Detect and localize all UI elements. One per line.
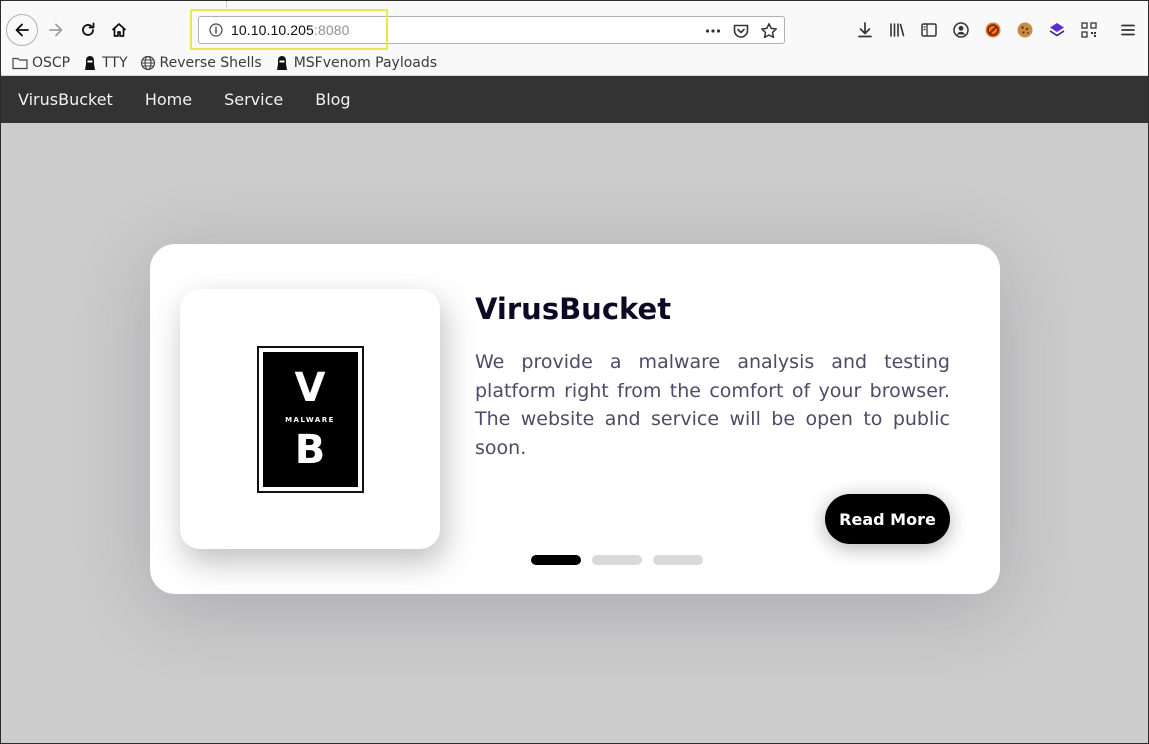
pocket-button[interactable]	[730, 20, 752, 42]
sidebar-button[interactable]	[917, 17, 941, 43]
logo-text-middle: MALWARE	[285, 416, 335, 424]
slider-pagination	[531, 555, 703, 565]
page-actions-button[interactable]	[702, 20, 724, 42]
extension-blocker-button[interactable]	[981, 17, 1005, 43]
arrow-left-icon	[15, 23, 29, 37]
folder-icon	[12, 55, 28, 71]
back-button[interactable]	[6, 14, 38, 46]
nav-home-link[interactable]: Home	[129, 76, 208, 123]
ellipsis-icon	[705, 29, 721, 33]
toolbar-right	[853, 17, 1101, 43]
hacker-icon	[274, 55, 290, 71]
slide-dot-1[interactable]	[531, 555, 581, 565]
browser-toolbar: 10.10.10.205:8080	[0, 0, 1149, 50]
sidebar-icon	[921, 23, 937, 37]
bookmarks-toolbar: OSCP TTY Reverse Shells MSFvenom Payload…	[0, 50, 1149, 76]
reload-icon	[82, 22, 95, 36]
cookie-icon	[1017, 22, 1033, 38]
bookmark-star-button[interactable]	[758, 20, 780, 42]
blocker-extension-icon	[985, 22, 1001, 38]
url-highlight-box	[190, 9, 388, 50]
nav-blog-link[interactable]: Blog	[299, 76, 366, 123]
logo-inner: V MALWARE B	[262, 351, 358, 487]
hamburger-menu-icon	[1121, 24, 1135, 36]
home-button[interactable]	[103, 14, 135, 46]
slide-dot-2[interactable]	[592, 555, 642, 565]
downloads-button[interactable]	[853, 17, 877, 43]
app-menu-button[interactable]	[1116, 17, 1140, 43]
layers-icon	[1049, 23, 1065, 37]
tab-strip	[226, 0, 1149, 8]
account-button[interactable]	[949, 17, 973, 43]
forward-button[interactable]	[40, 14, 72, 46]
reload-button[interactable]	[72, 14, 104, 46]
library-button[interactable]	[885, 17, 909, 43]
bookmark-label: Reverse Shells	[159, 54, 262, 71]
bookmark-tty[interactable]: TTY	[82, 54, 128, 71]
download-icon	[858, 22, 872, 38]
card-title: VirusBucket	[475, 292, 672, 326]
bookmark-label: OSCP	[32, 54, 71, 71]
bookmark-msfvenom-payloads[interactable]: MSFvenom Payloads	[274, 55, 437, 71]
logo-letter-top: V	[294, 365, 326, 411]
logo-image-box: V MALWARE B	[180, 289, 440, 549]
bookmark-reverse-shells[interactable]: Reverse Shells	[140, 55, 262, 71]
nav-service-link[interactable]: Service	[208, 76, 299, 123]
slide-dot-3[interactable]	[653, 555, 703, 565]
card-description: We provide a malware analysis and testin…	[475, 351, 950, 459]
extension-layers-button[interactable]	[1045, 17, 1069, 43]
nav-brand-link[interactable]: VirusBucket	[2, 76, 129, 123]
card-content: VirusBucket We provide a malware analysi…	[475, 292, 950, 462]
bookmark-label: TTY	[102, 54, 128, 71]
qr-code-icon	[1081, 22, 1097, 38]
globe-icon	[140, 55, 156, 71]
logo-letter-bottom: B	[294, 427, 326, 473]
hacker-icon	[82, 55, 98, 71]
home-icon	[111, 23, 127, 37]
pocket-icon	[733, 24, 749, 38]
virusbucket-logo: V MALWARE B	[256, 345, 364, 493]
bookmark-label: MSFvenom Payloads	[293, 54, 438, 71]
site-navbar: VirusBucket Home Service Blog	[0, 76, 1149, 123]
arrow-right-icon	[49, 23, 63, 37]
url-actions	[702, 20, 780, 42]
extension-cookie-button[interactable]	[1013, 17, 1037, 43]
extension-qr-button[interactable]	[1077, 17, 1101, 43]
read-more-button[interactable]: Read More	[825, 494, 950, 544]
hero-card: V MALWARE B VirusBucket We provide a mal…	[150, 244, 1000, 594]
library-icon	[890, 23, 905, 37]
account-icon	[953, 22, 969, 38]
star-icon	[761, 23, 777, 39]
bookmark-oscp[interactable]: OSCP	[12, 55, 70, 71]
